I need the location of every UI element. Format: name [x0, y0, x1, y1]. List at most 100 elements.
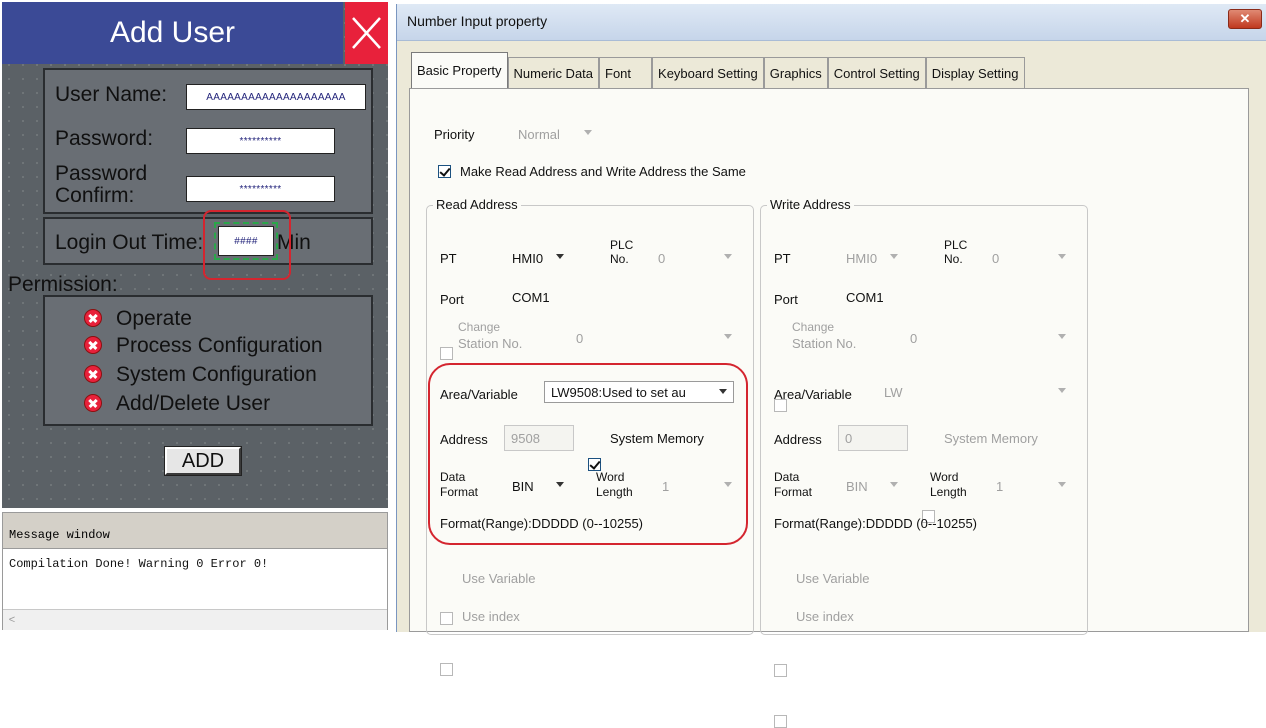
read-data-format-select[interactable]: BIN	[506, 475, 570, 497]
read-area-label: Area/Variable	[440, 387, 518, 402]
dialog-close-button[interactable]: ✕	[1228, 9, 1262, 29]
password-confirm-label-2: Confirm:	[55, 184, 135, 207]
write-word-length-value: 1	[996, 478, 1004, 494]
write-use-index-label: Use index	[796, 609, 854, 624]
horizontal-scrollbar[interactable]: <	[3, 609, 387, 630]
write-address-title: Write Address	[767, 197, 854, 212]
priority-label: Priority	[434, 127, 475, 142]
basic-property-panel: Priority Normal Make Read Address and Wr…	[409, 88, 1249, 728]
read-plc-label-2: No.	[610, 252, 629, 266]
user-name-field[interactable]: AAAAAAAAAAAAAAAAAAAA	[186, 84, 366, 110]
write-word-length-select[interactable]: 1	[990, 475, 1072, 497]
add-user-title: Add User	[2, 2, 343, 64]
read-plc-value: 0	[658, 250, 666, 266]
tab-control-setting[interactable]: Control Setting	[827, 57, 926, 88]
tab-basic-property[interactable]: Basic Property	[411, 52, 508, 88]
write-plc-value: 0	[992, 250, 1000, 266]
write-plc-select[interactable]: 0	[986, 247, 1072, 269]
chevron-down-icon	[1058, 482, 1066, 487]
priority-select[interactable]: Normal	[512, 123, 598, 145]
read-change-select[interactable]: 0	[570, 327, 738, 349]
add-user-window: Add User User Name: AAAAAAAAAAAAAAAAAAAA…	[2, 2, 388, 508]
chevron-down-icon	[584, 130, 592, 135]
permission-label-system: System Configuration	[116, 362, 317, 386]
write-change-select[interactable]: 0	[904, 327, 1072, 349]
password-field[interactable]: **********	[186, 128, 335, 154]
write-format-range: Format(Range):DDDDD (0--10255)	[774, 516, 977, 531]
password-label: Password:	[55, 127, 154, 150]
write-area-value: LW	[884, 384, 903, 400]
permission-system-configuration[interactable]: System Configuration	[84, 361, 317, 387]
write-use-index-checkbox[interactable]	[774, 715, 787, 728]
credentials-panel: User Name: AAAAAAAAAAAAAAAAAAAA Password…	[43, 68, 373, 214]
read-pt-select[interactable]: HMI0	[506, 247, 570, 269]
permission-label-process: Process Configuration	[116, 333, 323, 357]
read-word-length-select[interactable]: 1	[656, 475, 738, 497]
read-format-range: Format(Range):DDDDD (0--10255)	[440, 516, 643, 531]
chevron-down-icon	[556, 482, 564, 487]
read-address-title: Read Address	[433, 197, 521, 212]
read-word-length-label-2: Length	[596, 485, 633, 499]
dialog-title-bar: Number Input property ✕	[397, 4, 1266, 41]
read-area-select[interactable]: LW9508:Used to set au	[544, 381, 734, 403]
same-address-checkbox[interactable]	[438, 165, 451, 178]
dialog-title: Number Input property	[407, 13, 548, 29]
write-area-select[interactable]: LW	[878, 381, 1072, 403]
tab-keyboard-setting[interactable]: Keyboard Setting	[652, 57, 764, 88]
write-data-format-label-2: Format	[774, 485, 813, 499]
close-icon[interactable]	[345, 2, 388, 64]
write-pt-label: PT	[774, 251, 791, 266]
write-pt-select[interactable]: HMI0	[840, 247, 904, 269]
denied-icon	[84, 365, 102, 383]
password-confirm-field[interactable]: **********	[186, 176, 335, 202]
write-change-value: 0	[910, 330, 918, 346]
scroll-left-icon[interactable]: <	[3, 610, 21, 630]
read-use-index-label: Use index	[462, 609, 520, 624]
write-change-label-2: Station No.	[792, 336, 857, 351]
chevron-down-icon	[1058, 254, 1066, 259]
write-address-label: Address	[774, 432, 822, 447]
permission-add-delete-user[interactable]: Add/Delete User	[84, 390, 270, 416]
read-change-station-checkbox[interactable]	[440, 347, 453, 360]
add-button[interactable]: ADD	[164, 446, 242, 476]
read-change-label-1: Change	[458, 320, 501, 334]
write-use-variable-checkbox[interactable]	[774, 664, 787, 677]
read-plc-select[interactable]: 0	[652, 247, 738, 269]
chevron-down-icon	[1058, 334, 1066, 339]
tab-font[interactable]: Font	[599, 57, 653, 88]
write-address-input[interactable]: 0	[838, 425, 908, 451]
permission-label-add-delete: Add/Delete User	[116, 391, 271, 415]
denied-icon	[84, 309, 102, 327]
user-name-label: User Name:	[55, 83, 168, 106]
read-change-label-2: Station No.	[458, 336, 523, 351]
tab-numeric-data[interactable]: Numeric Data	[507, 57, 600, 88]
tab-display-setting[interactable]: Display Setting	[925, 57, 1025, 88]
permission-process-configuration[interactable]: Process Configuration	[84, 332, 323, 358]
write-use-variable-label: Use Variable	[796, 571, 870, 586]
tab-strip: Basic Property Numeric Data Font Keyboar…	[411, 52, 1025, 88]
write-plc-label-1: PLC	[944, 238, 968, 252]
read-address-input[interactable]: 9508	[504, 425, 574, 451]
hmi-screen-editor: Add User User Name: AAAAAAAAAAAAAAAAAAAA…	[0, 0, 392, 632]
write-pt-value: HMI0	[846, 250, 878, 266]
write-system-memory-label: System Memory	[944, 431, 1038, 446]
write-data-format-value: BIN	[846, 478, 868, 494]
read-word-length-label-1: Word	[596, 470, 625, 484]
number-input-property-dialog: Number Input property ✕ Basic Property N…	[396, 4, 1266, 728]
chevron-down-icon	[719, 389, 727, 394]
denied-icon	[84, 336, 102, 354]
write-change-label-1: Change	[792, 320, 835, 334]
read-use-index-checkbox[interactable]	[440, 663, 453, 676]
read-port-label: Port	[440, 292, 464, 307]
message-window-title: Message window	[3, 513, 387, 549]
write-data-format-select[interactable]: BIN	[840, 475, 904, 497]
same-address-label: Make Read Address and Write Address the …	[460, 164, 746, 179]
chevron-down-icon	[724, 334, 732, 339]
login-out-field[interactable]: ####	[214, 222, 278, 260]
tab-graphics[interactable]: Graphics	[763, 57, 828, 88]
read-word-length-value: 1	[662, 478, 670, 494]
permission-operate[interactable]: Operate	[84, 305, 192, 331]
read-change-value: 0	[576, 330, 584, 346]
write-area-label: Area/Variable	[774, 387, 852, 402]
read-use-variable-checkbox[interactable]	[440, 612, 453, 625]
